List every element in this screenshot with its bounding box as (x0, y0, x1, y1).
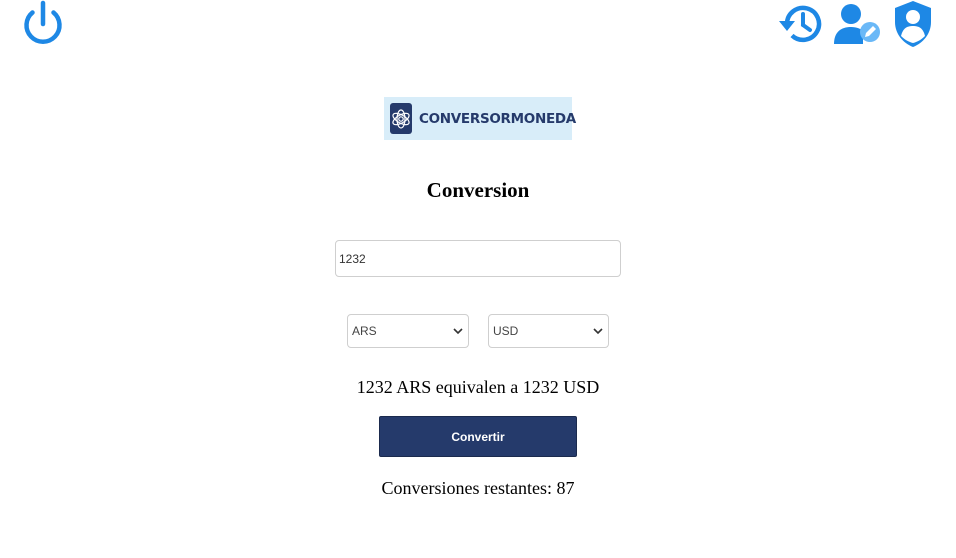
logo-text: CONVERSORMONEDA (419, 110, 576, 127)
power-icon[interactable] (21, 0, 65, 50)
page-title: Conversion (426, 178, 530, 202)
conversion-result: 1232 ARS equivalen a 1232 USD (356, 377, 600, 397)
user-edit-icon[interactable] (833, 3, 881, 45)
to-currency-value: USD (493, 324, 519, 338)
from-currency-select[interactable]: ARS (347, 314, 469, 348)
flower-logo-icon (390, 103, 412, 134)
logo: CONVERSORMONEDA (384, 97, 576, 140)
amount-input[interactable] (335, 240, 621, 277)
chevron-down-icon (593, 328, 603, 335)
chevron-down-icon (453, 328, 463, 335)
profile-shield-icon[interactable] (893, 0, 933, 48)
history-icon[interactable] (778, 2, 823, 46)
to-currency-select[interactable]: USD (488, 314, 609, 348)
remaining-conversions: Conversiones restantes: 87 (381, 478, 575, 498)
from-currency-value: ARS (352, 324, 377, 338)
convert-button[interactable]: Convertir (379, 416, 577, 457)
